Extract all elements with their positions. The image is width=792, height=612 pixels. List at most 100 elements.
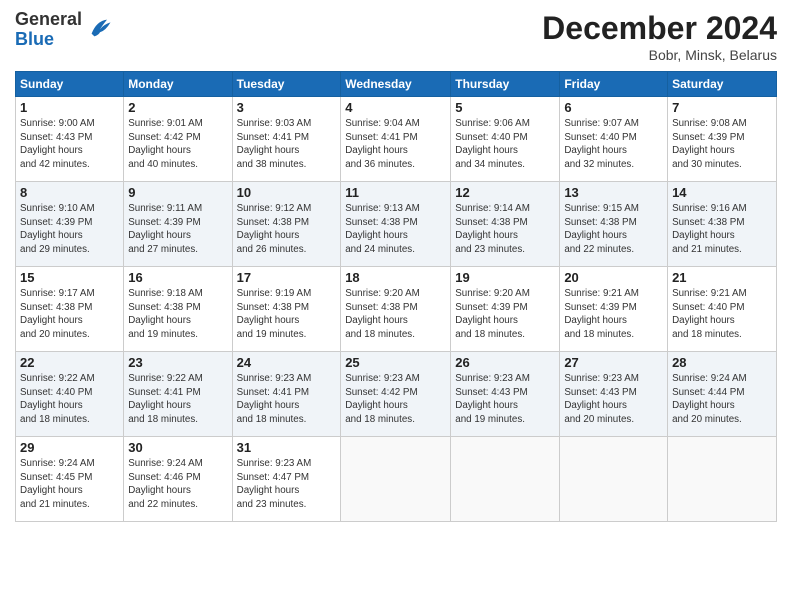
day-info: Sunrise: 9:06 AM Sunset: 4:40 PM Dayligh… xyxy=(455,117,555,172)
calendar-cell: 12 Sunrise: 9:14 AM Sunset: 4:38 PM Dayl… xyxy=(451,182,560,267)
calendar-cell: 17 Sunrise: 9:19 AM Sunset: 4:38 PM Dayl… xyxy=(232,267,341,352)
calendar-header: Sunday Monday Tuesday Wednesday Thursday… xyxy=(16,72,777,97)
day-info: Sunrise: 9:07 AM Sunset: 4:40 PM Dayligh… xyxy=(564,117,663,172)
day-info: Sunrise: 9:24 AM Sunset: 4:45 PM Dayligh… xyxy=(20,457,119,512)
day-number: 7 xyxy=(672,100,772,115)
day-number: 20 xyxy=(564,270,663,285)
day-number: 13 xyxy=(564,185,663,200)
day-info: Sunrise: 9:23 AM Sunset: 4:47 PM Dayligh… xyxy=(237,457,337,512)
day-info: Sunrise: 9:22 AM Sunset: 4:40 PM Dayligh… xyxy=(20,372,119,427)
calendar-week-row: 1 Sunrise: 9:00 AM Sunset: 4:43 PM Dayli… xyxy=(16,97,777,182)
day-number: 29 xyxy=(20,440,119,455)
day-info: Sunrise: 9:23 AM Sunset: 4:43 PM Dayligh… xyxy=(455,372,555,427)
day-info: Sunrise: 9:10 AM Sunset: 4:39 PM Dayligh… xyxy=(20,202,119,257)
day-info: Sunrise: 9:18 AM Sunset: 4:38 PM Dayligh… xyxy=(128,287,227,342)
logo-text: General Blue xyxy=(15,10,82,50)
calendar-table: Sunday Monday Tuesday Wednesday Thursday… xyxy=(15,71,777,522)
day-number: 27 xyxy=(564,355,663,370)
calendar-cell: 9 Sunrise: 9:11 AM Sunset: 4:39 PM Dayli… xyxy=(124,182,232,267)
day-number: 18 xyxy=(345,270,446,285)
calendar-cell: 10 Sunrise: 9:12 AM Sunset: 4:38 PM Dayl… xyxy=(232,182,341,267)
day-info: Sunrise: 9:21 AM Sunset: 4:40 PM Dayligh… xyxy=(672,287,772,342)
logo-general: General xyxy=(15,10,82,30)
day-info: Sunrise: 9:01 AM Sunset: 4:42 PM Dayligh… xyxy=(128,117,227,172)
day-number: 22 xyxy=(20,355,119,370)
calendar-cell: 6 Sunrise: 9:07 AM Sunset: 4:40 PM Dayli… xyxy=(560,97,668,182)
day-number: 15 xyxy=(20,270,119,285)
logo: General Blue xyxy=(15,10,114,50)
calendar-cell: 4 Sunrise: 9:04 AM Sunset: 4:41 PM Dayli… xyxy=(341,97,451,182)
location: Bobr, Minsk, Belarus xyxy=(542,47,777,63)
day-info: Sunrise: 9:13 AM Sunset: 4:38 PM Dayligh… xyxy=(345,202,446,257)
calendar-cell: 7 Sunrise: 9:08 AM Sunset: 4:39 PM Dayli… xyxy=(668,97,777,182)
header-friday: Friday xyxy=(560,72,668,97)
page-container: General Blue December 2024 Bobr, Minsk, … xyxy=(0,0,792,612)
header-thursday: Thursday xyxy=(451,72,560,97)
day-info: Sunrise: 9:16 AM Sunset: 4:38 PM Dayligh… xyxy=(672,202,772,257)
calendar-cell xyxy=(560,437,668,522)
header-wednesday: Wednesday xyxy=(341,72,451,97)
calendar-cell: 8 Sunrise: 9:10 AM Sunset: 4:39 PM Dayli… xyxy=(16,182,124,267)
day-info: Sunrise: 9:00 AM Sunset: 4:43 PM Dayligh… xyxy=(20,117,119,172)
calendar-cell xyxy=(451,437,560,522)
day-number: 2 xyxy=(128,100,227,115)
calendar-cell: 27 Sunrise: 9:23 AM Sunset: 4:43 PM Dayl… xyxy=(560,352,668,437)
day-number: 26 xyxy=(455,355,555,370)
calendar-cell: 15 Sunrise: 9:17 AM Sunset: 4:38 PM Dayl… xyxy=(16,267,124,352)
header-tuesday: Tuesday xyxy=(232,72,341,97)
day-number: 17 xyxy=(237,270,337,285)
day-info: Sunrise: 9:14 AM Sunset: 4:38 PM Dayligh… xyxy=(455,202,555,257)
day-number: 11 xyxy=(345,185,446,200)
calendar-cell: 31 Sunrise: 9:23 AM Sunset: 4:47 PM Dayl… xyxy=(232,437,341,522)
day-number: 4 xyxy=(345,100,446,115)
day-number: 5 xyxy=(455,100,555,115)
logo-blue: Blue xyxy=(15,30,82,50)
day-number: 9 xyxy=(128,185,227,200)
day-info: Sunrise: 9:23 AM Sunset: 4:43 PM Dayligh… xyxy=(564,372,663,427)
day-info: Sunrise: 9:04 AM Sunset: 4:41 PM Dayligh… xyxy=(345,117,446,172)
day-number: 19 xyxy=(455,270,555,285)
calendar-body: 1 Sunrise: 9:00 AM Sunset: 4:43 PM Dayli… xyxy=(16,97,777,522)
calendar-cell: 11 Sunrise: 9:13 AM Sunset: 4:38 PM Dayl… xyxy=(341,182,451,267)
calendar-cell: 26 Sunrise: 9:23 AM Sunset: 4:43 PM Dayl… xyxy=(451,352,560,437)
day-number: 14 xyxy=(672,185,772,200)
calendar-cell: 24 Sunrise: 9:23 AM Sunset: 4:41 PM Dayl… xyxy=(232,352,341,437)
day-info: Sunrise: 9:22 AM Sunset: 4:41 PM Dayligh… xyxy=(128,372,227,427)
calendar-week-row: 15 Sunrise: 9:17 AM Sunset: 4:38 PM Dayl… xyxy=(16,267,777,352)
calendar-cell: 3 Sunrise: 9:03 AM Sunset: 4:41 PM Dayli… xyxy=(232,97,341,182)
day-number: 1 xyxy=(20,100,119,115)
day-info: Sunrise: 9:23 AM Sunset: 4:41 PM Dayligh… xyxy=(237,372,337,427)
calendar-cell: 14 Sunrise: 9:16 AM Sunset: 4:38 PM Dayl… xyxy=(668,182,777,267)
day-number: 3 xyxy=(237,100,337,115)
day-info: Sunrise: 9:21 AM Sunset: 4:39 PM Dayligh… xyxy=(564,287,663,342)
day-info: Sunrise: 9:19 AM Sunset: 4:38 PM Dayligh… xyxy=(237,287,337,342)
day-info: Sunrise: 9:08 AM Sunset: 4:39 PM Dayligh… xyxy=(672,117,772,172)
page-header: General Blue December 2024 Bobr, Minsk, … xyxy=(15,10,777,63)
calendar-cell: 30 Sunrise: 9:24 AM Sunset: 4:46 PM Dayl… xyxy=(124,437,232,522)
calendar-cell: 28 Sunrise: 9:24 AM Sunset: 4:44 PM Dayl… xyxy=(668,352,777,437)
calendar-cell: 25 Sunrise: 9:23 AM Sunset: 4:42 PM Dayl… xyxy=(341,352,451,437)
calendar-week-row: 22 Sunrise: 9:22 AM Sunset: 4:40 PM Dayl… xyxy=(16,352,777,437)
weekday-row: Sunday Monday Tuesday Wednesday Thursday… xyxy=(16,72,777,97)
day-number: 10 xyxy=(237,185,337,200)
header-sunday: Sunday xyxy=(16,72,124,97)
calendar-cell: 18 Sunrise: 9:20 AM Sunset: 4:38 PM Dayl… xyxy=(341,267,451,352)
calendar-cell: 2 Sunrise: 9:01 AM Sunset: 4:42 PM Dayli… xyxy=(124,97,232,182)
day-number: 28 xyxy=(672,355,772,370)
day-info: Sunrise: 9:24 AM Sunset: 4:44 PM Dayligh… xyxy=(672,372,772,427)
day-info: Sunrise: 9:23 AM Sunset: 4:42 PM Dayligh… xyxy=(345,372,446,427)
calendar-cell xyxy=(341,437,451,522)
calendar-cell: 21 Sunrise: 9:21 AM Sunset: 4:40 PM Dayl… xyxy=(668,267,777,352)
calendar-cell: 19 Sunrise: 9:20 AM Sunset: 4:39 PM Dayl… xyxy=(451,267,560,352)
calendar-cell: 5 Sunrise: 9:06 AM Sunset: 4:40 PM Dayli… xyxy=(451,97,560,182)
logo-bird-icon xyxy=(86,14,114,42)
calendar-cell: 1 Sunrise: 9:00 AM Sunset: 4:43 PM Dayli… xyxy=(16,97,124,182)
day-number: 12 xyxy=(455,185,555,200)
day-info: Sunrise: 9:03 AM Sunset: 4:41 PM Dayligh… xyxy=(237,117,337,172)
header-monday: Monday xyxy=(124,72,232,97)
calendar-cell: 16 Sunrise: 9:18 AM Sunset: 4:38 PM Dayl… xyxy=(124,267,232,352)
day-info: Sunrise: 9:12 AM Sunset: 4:38 PM Dayligh… xyxy=(237,202,337,257)
calendar-cell: 13 Sunrise: 9:15 AM Sunset: 4:38 PM Dayl… xyxy=(560,182,668,267)
calendar-week-row: 29 Sunrise: 9:24 AM Sunset: 4:45 PM Dayl… xyxy=(16,437,777,522)
calendar-cell xyxy=(668,437,777,522)
